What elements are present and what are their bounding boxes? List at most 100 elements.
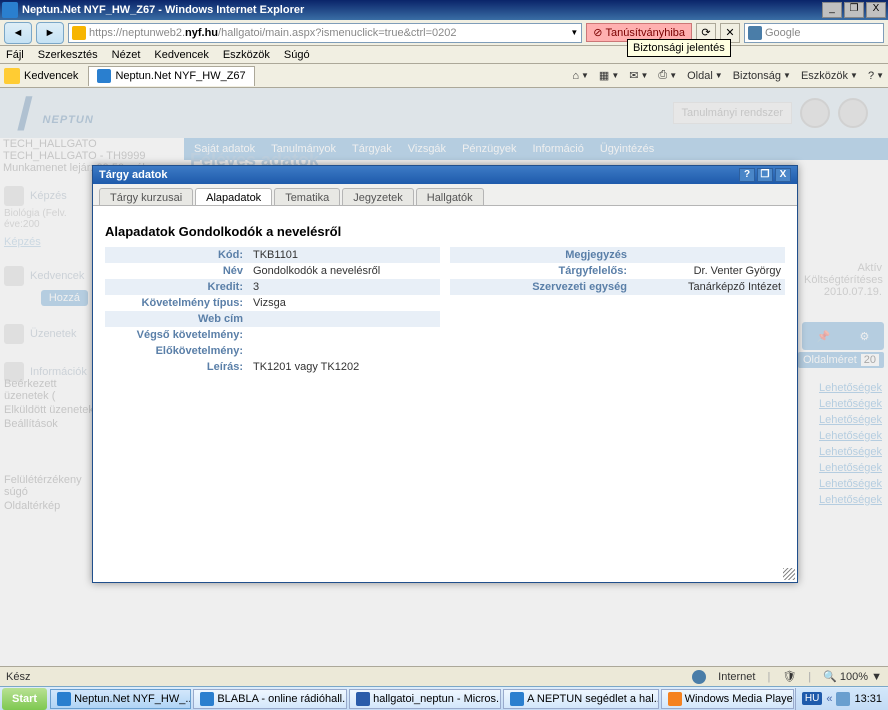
browser-statusbar: Kész Internet | 🛡 | 🔍 100% ▼ (0, 666, 888, 686)
word-icon (356, 692, 370, 706)
question-icon: ? (868, 70, 874, 82)
taskbar-item-wmp[interactable]: Windows Media Player (661, 689, 794, 709)
search-input[interactable]: Google (744, 23, 884, 43)
taskbar-item-word[interactable]: hallgatoi_neptun - Micros... (349, 689, 501, 709)
dialog-tabs: Tárgy kurzusai Alapadatok Tematika Jegyz… (93, 184, 797, 206)
protected-mode-icon: 🛡 (782, 670, 796, 683)
search-placeholder: Google (765, 27, 800, 39)
browser-tab-label: Neptun.Net NYF_HW_Z67 (115, 70, 245, 82)
page-menu[interactable]: Oldal▼ (687, 70, 723, 82)
refresh-icon: ⟳ (701, 26, 710, 39)
tab-hallgatok[interactable]: Hallgatók (416, 188, 484, 205)
neptun-favicon (97, 69, 111, 83)
field-label-elokov: Előkövetelmény: (105, 345, 251, 357)
dialog-heading: Alapadatok Gondolkodók a nevelésről (105, 224, 785, 239)
dialog-close-button[interactable]: X (775, 168, 791, 182)
cert-error-label: Tanúsítványhiba (606, 27, 686, 39)
dialog-title: Tárgy adatok (99, 169, 167, 181)
menu-file[interactable]: Fájl (6, 49, 24, 61)
menu-view[interactable]: Nézet (112, 49, 141, 61)
favorites-label[interactable]: Kedvencek (24, 70, 78, 82)
mail-button[interactable]: ✉▼ (629, 69, 648, 82)
chevron-down-icon[interactable]: ▼ (570, 28, 578, 37)
field-value-kovetelmeny: Vizsga (251, 297, 440, 309)
home-icon: ⌂ (572, 70, 579, 82)
field-label-targyfelelos: Tárgyfelelős: (450, 265, 635, 277)
address-toolbar: ◄ ► https://neptunweb2.nyf.hu/hallgatoi/… (0, 20, 888, 46)
ie-icon (510, 692, 524, 706)
window-minimize-button[interactable]: _ (822, 2, 842, 18)
field-label-nev: Név (105, 265, 251, 277)
back-button[interactable]: ◄ (4, 22, 32, 44)
tab-tematika[interactable]: Tematika (274, 188, 340, 205)
help-button[interactable]: ?▼ (868, 70, 884, 82)
safety-menu[interactable]: Biztonság▼ (733, 70, 791, 82)
language-indicator[interactable]: HU (802, 692, 822, 705)
zoom-label[interactable]: 🔍 100% ▼ (823, 670, 882, 683)
shield-error-icon: ⊘ (593, 26, 602, 39)
browser-tab-neptun[interactable]: Neptun.Net NYF_HW_Z67 (88, 66, 254, 86)
menu-favorites[interactable]: Kedvencek (154, 49, 208, 61)
field-label-webcim: Web cím (105, 313, 251, 325)
menu-tools[interactable]: Eszközök (223, 49, 270, 61)
taskbar-item-segedlet[interactable]: A NEPTUN segédlet a hal... (503, 689, 658, 709)
field-label-vegsokov: Végső követelmény: (105, 329, 251, 341)
field-label-kovetelmeny: Követelmény típus: (105, 297, 251, 309)
window-title: Neptun.Net NYF_HW_Z67 - Windows Internet… (22, 4, 822, 16)
tray-expand-icon[interactable]: « (826, 693, 832, 705)
field-value-nev: Gondolkodók a nevelésről (251, 265, 440, 277)
field-label-szervezet: Szervezeti egység (450, 281, 635, 293)
print-button[interactable]: ⎙▼ (658, 69, 677, 82)
favorites-star-icon[interactable] (4, 68, 20, 84)
tab-targy-kurzusai[interactable]: Tárgy kurzusai (99, 188, 193, 205)
dialog-resize-handle[interactable] (783, 568, 795, 580)
taskbar-item-blabla[interactable]: BLABLA - online rádióhall... (193, 689, 347, 709)
tray-icon[interactable] (836, 692, 850, 706)
subject-details-dialog: Tárgy adatok ? ❐ X Tárgy kurzusai Alapad… (92, 165, 798, 583)
printer-icon: ⎙ (658, 69, 667, 82)
field-value-targyfelelos: Dr. Venter György (635, 265, 785, 277)
field-value-szervezet: Tanárképző Intézet (635, 281, 785, 293)
field-label-leiras: Leírás: (105, 361, 251, 373)
menu-help[interactable]: Súgó (284, 49, 310, 61)
dialog-body: Alapadatok Gondolkodók a nevelésről Kód:… (93, 206, 797, 582)
status-text: Kész (6, 671, 692, 683)
mail-icon: ✉ (629, 69, 638, 82)
windows-taskbar: Start Neptun.Net NYF_HW_... BLABLA - onl… (0, 686, 888, 710)
dialog-titlebar[interactable]: Tárgy adatok ? ❐ X (93, 166, 797, 184)
tools-menu[interactable]: Eszközök▼ (801, 70, 858, 82)
lock-icon (72, 26, 86, 40)
chevron-down-icon: ▼ (581, 71, 589, 80)
rss-icon: ▦ (599, 69, 609, 82)
field-label-kredit: Kredit: (105, 281, 251, 293)
taskbar-item-neptun[interactable]: Neptun.Net NYF_HW_... (50, 689, 191, 709)
field-value-kredit: 3 (251, 281, 440, 293)
field-value-leiras: TK1201 vagy TK1202 (251, 361, 785, 373)
ie-icon (57, 692, 71, 706)
window-close-button[interactable]: X (866, 2, 886, 18)
field-label-megjegyzes: Megjegyzés (450, 249, 635, 261)
address-bar[interactable]: https://neptunweb2.nyf.hu/hallgatoi/main… (68, 23, 582, 43)
security-report-tooltip: Biztonsági jelentés (627, 39, 731, 57)
tab-jegyzetek[interactable]: Jegyzetek (342, 188, 414, 205)
url-text: https://neptunweb2.nyf.hu/hallgatoi/main… (89, 27, 570, 39)
clock[interactable]: 13:31 (854, 693, 882, 705)
ie-icon (2, 2, 18, 18)
close-icon: ✕ (725, 26, 734, 39)
feeds-button[interactable]: ▦▼ (599, 69, 619, 82)
window-restore-button[interactable]: ❐ (844, 2, 864, 18)
forward-button[interactable]: ► (36, 22, 64, 44)
dialog-help-button[interactable]: ? (739, 168, 755, 182)
google-icon (748, 26, 762, 40)
browser-tabrow: Kedvencek Neptun.Net NYF_HW_Z67 ⌂▼ ▦▼ ✉▼… (0, 64, 888, 88)
ie-icon (200, 692, 214, 706)
home-button[interactable]: ⌂▼ (572, 70, 589, 82)
dialog-restore-button[interactable]: ❐ (757, 168, 773, 182)
field-value-kod: TKB1101 (251, 249, 440, 261)
tab-alapadatok[interactable]: Alapadatok (195, 188, 272, 205)
globe-icon (692, 670, 706, 684)
start-button[interactable]: Start (2, 688, 47, 710)
menu-edit[interactable]: Szerkesztés (38, 49, 98, 61)
arrow-right-icon: ► (45, 27, 56, 39)
wmp-icon (668, 692, 682, 706)
